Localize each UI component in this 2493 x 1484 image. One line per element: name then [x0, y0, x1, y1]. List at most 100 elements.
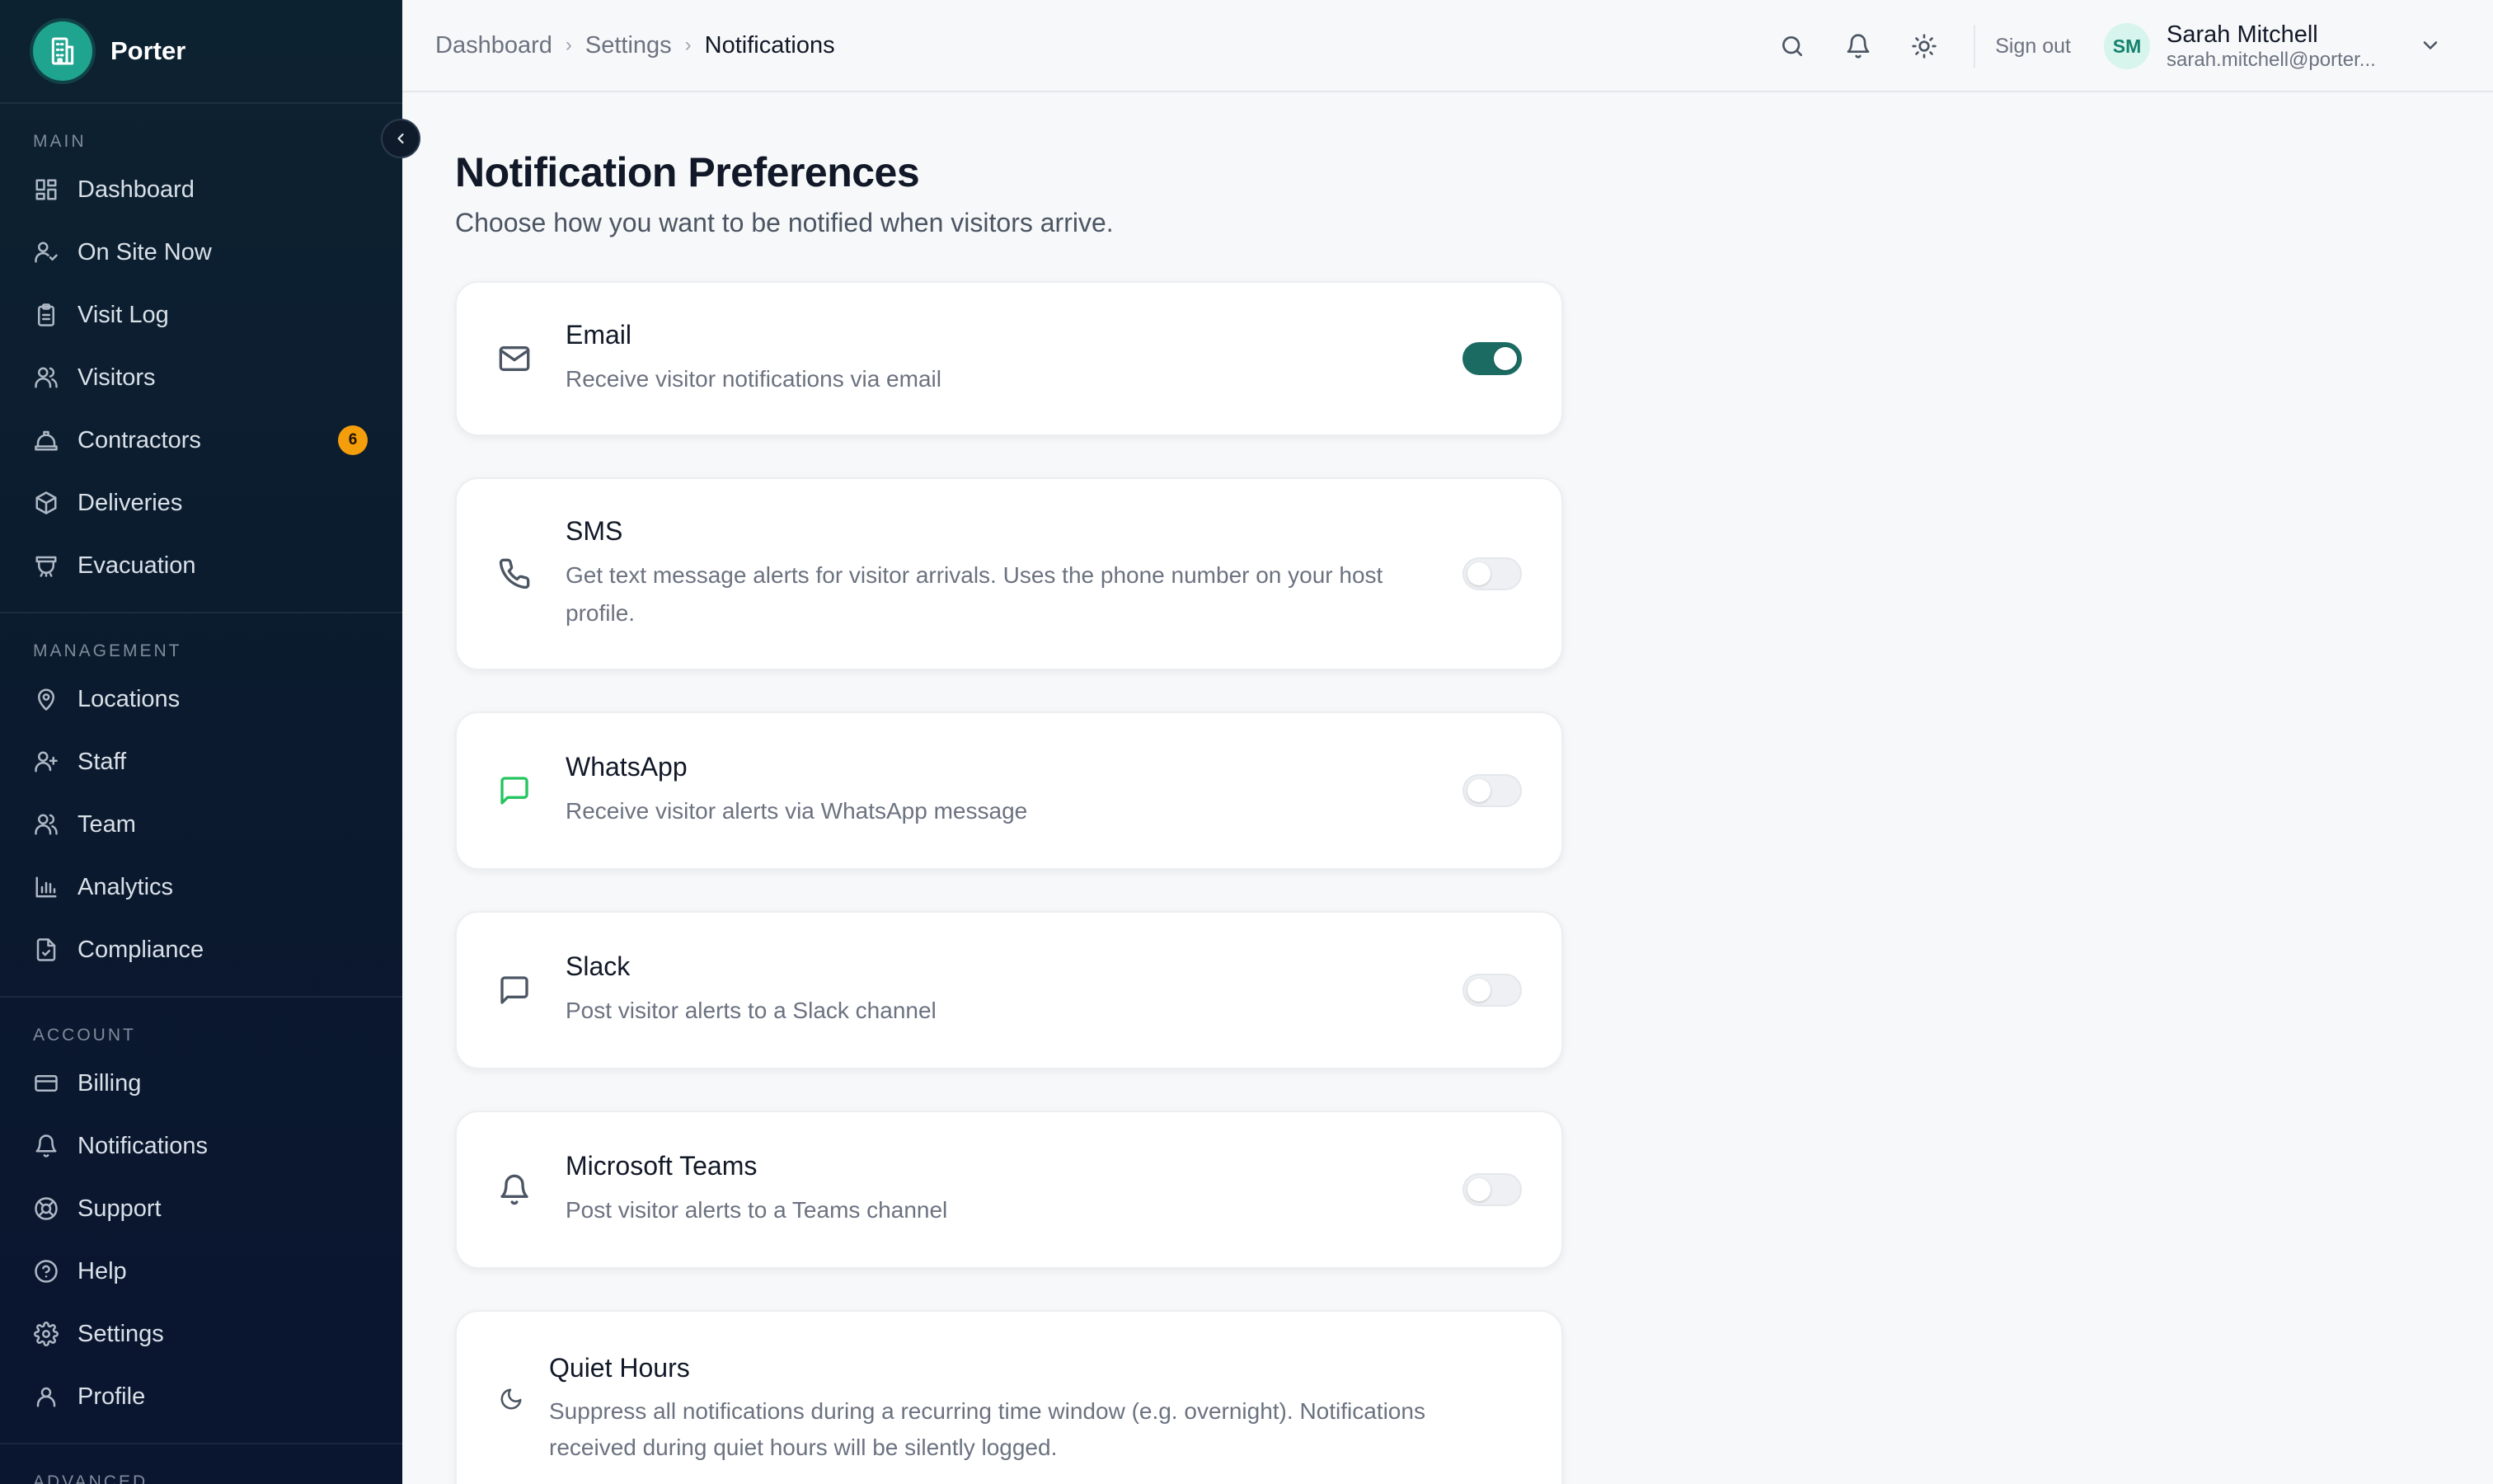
sign-out-link[interactable]: Sign out: [1995, 35, 2071, 59]
sidebar-item-staff[interactable]: Staff: [0, 730, 402, 793]
users-icon: [33, 364, 59, 391]
sidebar-item-label: Contractors: [77, 426, 201, 453]
slack-toggle[interactable]: [1462, 974, 1522, 1007]
message-icon: [496, 773, 533, 809]
channel-card-whatsapp: WhatsApp Receive visitor alerts via What…: [455, 711, 1563, 870]
sms-toggle[interactable]: [1462, 557, 1522, 590]
sidebar-item-label: Support: [77, 1195, 162, 1222]
sidebar-item-locations[interactable]: Locations: [0, 668, 402, 730]
channel-description: Post visitor alerts to a Slack channel: [566, 997, 937, 1023]
breadcrumb-item-settings[interactable]: Settings: [585, 32, 672, 59]
sidebar-item-label: Deliveries: [77, 489, 183, 516]
channel-card-slack: Slack Post visitor alerts to a Slack cha…: [455, 911, 1563, 1069]
bell-icon: [1847, 34, 1870, 59]
channel-title: WhatsApp: [566, 751, 688, 782]
toggle-knob: [1467, 979, 1491, 1002]
page-title: Notification Preferences: [455, 149, 920, 195]
sidebar-item-label: Visitors: [77, 364, 156, 391]
sidebar-collapse-button[interactable]: [381, 119, 420, 158]
nav-section-title: MAIN: [33, 132, 87, 151]
sidebar-item-settings[interactable]: Settings: [0, 1303, 402, 1365]
sidebar-item-label: Billing: [77, 1069, 142, 1097]
main-content: Notification Preferences Choose how you …: [455, 92, 1609, 1484]
sidebar-item-profile[interactable]: Profile: [0, 1365, 402, 1428]
sidebar-item-compliance[interactable]: Compliance: [0, 918, 402, 981]
brand[interactable]: Porter: [0, 0, 402, 104]
whatsapp-toggle[interactable]: [1462, 774, 1522, 807]
email-toggle[interactable]: [1462, 342, 1522, 375]
sidebar-item-on-site-now[interactable]: On Site Now: [0, 221, 402, 284]
users-icon: [33, 811, 59, 838]
sidebar-item-evacuation[interactable]: Evacuation: [0, 534, 402, 597]
contractors-count-badge: 6: [338, 425, 368, 455]
nav-section-title: ADVANCED: [33, 1472, 148, 1484]
chat-square-icon: [496, 972, 533, 1008]
hard-hat-icon: [33, 427, 59, 453]
breadcrumb-item-dashboard[interactable]: Dashboard: [435, 32, 552, 59]
quiet-hours-card: Quiet Hours Suppress all notifications d…: [455, 1310, 1563, 1484]
bell-icon: [33, 1133, 59, 1159]
sidebar-item-label: Notifications: [77, 1132, 208, 1159]
mail-icon: [496, 340, 533, 377]
file-check-icon: [33, 937, 59, 963]
sidebar-item-dashboard[interactable]: Dashboard: [0, 158, 402, 221]
user-menu[interactable]: Sarah Mitchell sarah.mitchell@porter...: [2167, 21, 2397, 72]
sidebar-item-deliveries[interactable]: Deliveries: [0, 472, 402, 534]
notifications-button[interactable]: [1825, 13, 1891, 79]
toggle-knob: [1467, 1178, 1491, 1201]
sidebar-item-contractors[interactable]: Contractors 6: [0, 409, 402, 472]
sidebar-item-visitors[interactable]: Visitors: [0, 346, 402, 409]
sidebar-item-billing[interactable]: Billing: [0, 1052, 402, 1115]
chevron-right-icon: ›: [684, 34, 692, 56]
sidebar-item-visit-log[interactable]: Visit Log: [0, 284, 402, 346]
theme-toggle-button[interactable]: [1891, 13, 1957, 79]
map-pin-icon: [33, 686, 59, 712]
sidebar-item-analytics[interactable]: Analytics: [0, 856, 402, 918]
sidebar-item-support[interactable]: Support: [0, 1177, 402, 1240]
help-circle-icon: [33, 1258, 59, 1284]
quiet-hours-title: Quiet Hours: [549, 1353, 690, 1383]
nav-section-title: MANAGEMENT: [33, 641, 182, 660]
sidebar-item-team[interactable]: Team: [0, 793, 402, 856]
moon-icon: [496, 1381, 526, 1417]
nav-section-main: MAIN Dashboard On Site Now Visit Log Vis…: [0, 104, 402, 597]
dashboard-icon: [33, 176, 59, 203]
channel-description: Get text message alerts for visitor arri…: [566, 561, 1383, 626]
avatar[interactable]: SM: [2104, 23, 2150, 69]
sidebar-item-label: Evacuation: [77, 552, 196, 579]
clipboard-icon: [33, 302, 59, 328]
breadcrumb: Dashboard › Settings › Notifications: [402, 32, 835, 59]
credit-card-icon: [33, 1070, 59, 1097]
phone-icon: [496, 556, 533, 592]
search-button[interactable]: [1759, 13, 1825, 79]
sidebar: Porter MAIN Dashboard On Site Now Visit …: [0, 0, 402, 1484]
user-icon: [33, 1383, 59, 1410]
sidebar-item-label: Team: [77, 810, 136, 838]
sidebar-item-notifications[interactable]: Notifications: [0, 1115, 402, 1177]
nav-section-advanced: ADVANCED: [0, 1443, 402, 1484]
nav-section-management: MANAGEMENT Locations Staff Team Analytic…: [0, 612, 402, 981]
quiet-hours-description: Suppress all notifications during a recu…: [549, 1398, 1425, 1460]
sidebar-item-help[interactable]: Help: [0, 1240, 402, 1303]
channel-description: Receive visitor notifications via email: [566, 365, 941, 392]
channel-title: Microsoft Teams: [566, 1150, 758, 1181]
sidebar-item-label: On Site Now: [77, 238, 212, 265]
life-buoy-icon: [33, 1195, 59, 1222]
teams-toggle[interactable]: [1462, 1173, 1522, 1206]
sidebar-item-label: Staff: [77, 748, 127, 775]
chevron-left-icon: [397, 133, 404, 144]
siren-icon: [33, 552, 59, 579]
sidebar-item-label: Help: [77, 1257, 127, 1284]
brand-name: Porter: [110, 36, 186, 65]
toggle-knob: [1467, 779, 1491, 802]
sidebar-item-label: Settings: [77, 1320, 164, 1347]
user-email: sarah.mitchell@porter...: [2167, 48, 2376, 71]
sidebar-item-label: Analytics: [77, 873, 174, 900]
user-menu-toggle[interactable]: [2419, 34, 2444, 59]
notification-channels: Email Receive visitor notifications via …: [455, 281, 1609, 1484]
page-subtitle: Choose how you want to be notified when …: [455, 208, 1114, 237]
channel-card-email: Email Receive visitor notifications via …: [455, 281, 1563, 436]
package-icon: [33, 490, 59, 516]
channel-title: Slack: [566, 951, 631, 981]
user-check-icon: [33, 239, 59, 265]
